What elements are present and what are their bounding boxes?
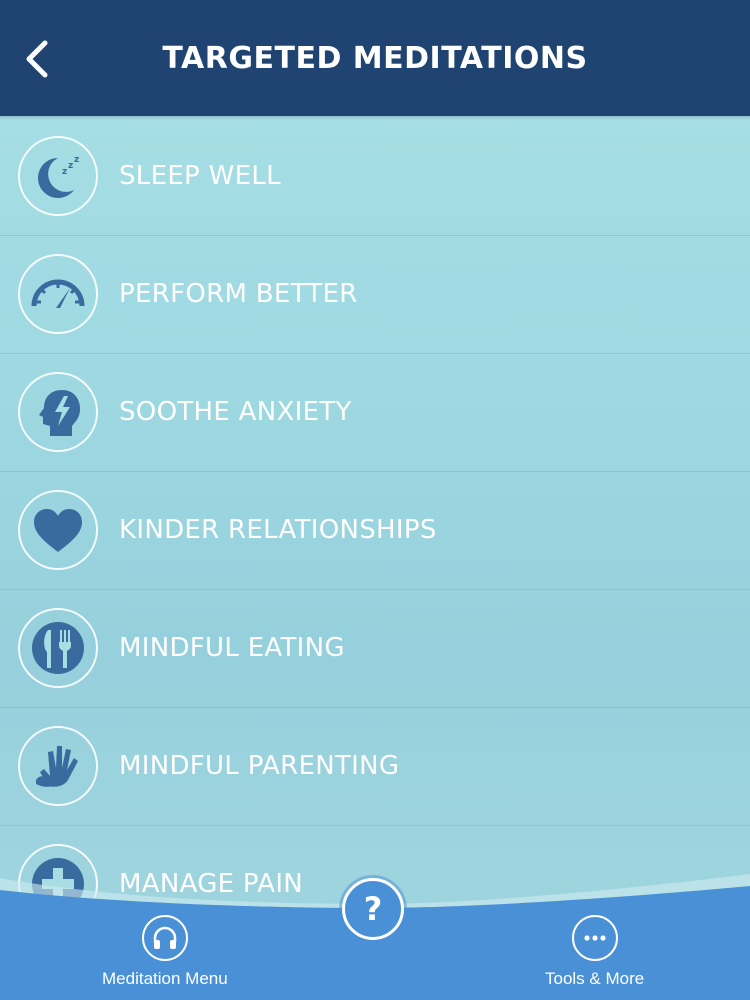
relationships-icon-badge (18, 490, 98, 570)
tab-tools-more[interactable]: Tools & More (545, 915, 644, 989)
help-icon: ? (363, 890, 383, 928)
list-item-mindful-parenting[interactable]: MINDFUL PARENTING (0, 708, 750, 826)
svg-text:z: z (68, 161, 73, 171)
tab-label: Meditation Menu (102, 969, 228, 988)
list-item-label: SOOTHE ANXIETY (119, 397, 352, 427)
meditation-list: z z z SLEEP WELL PERFORM BETTER SOOTHE A… (0, 118, 750, 944)
list-item-soothe-anxiety[interactable]: SOOTHE ANXIETY (0, 354, 750, 472)
list-item-perform-better[interactable]: PERFORM BETTER (0, 236, 750, 354)
page-title: TARGETED MEDITATIONS (162, 40, 588, 76)
eating-icon-badge (18, 608, 98, 688)
list-item-kinder-relationships[interactable]: KINDER RELATIONSHIPS (0, 472, 750, 590)
sleep-icon-badge: z z z (18, 136, 98, 216)
anxiety-icon-badge (18, 372, 98, 452)
header-bar: TARGETED MEDITATIONS (0, 0, 750, 116)
tab-meditation-menu[interactable]: Meditation Menu (102, 915, 228, 989)
moon-sleep-icon: z z z (38, 155, 79, 198)
knife-fork-icon (32, 622, 84, 674)
back-button[interactable] (16, 36, 56, 82)
tab-icon-circle (141, 915, 188, 961)
list-item-mindful-eating[interactable]: MINDFUL EATING (0, 590, 750, 708)
svg-text:z: z (74, 155, 79, 165)
perform-icon-badge (18, 254, 98, 334)
heart-icon (34, 509, 82, 552)
tab-label: Tools & More (545, 969, 645, 988)
list-item-label: KINDER RELATIONSHIPS (119, 515, 437, 545)
head-lightning-icon (39, 390, 80, 436)
speedometer-icon (31, 279, 85, 308)
more-dots-icon (583, 935, 606, 941)
parenting-icon-badge (18, 726, 98, 806)
list-item-sleep-well[interactable]: z z z SLEEP WELL (0, 118, 750, 236)
chevron-left-icon (26, 40, 48, 78)
headphones-icon (153, 926, 177, 949)
svg-text:z: z (62, 167, 67, 177)
list-item-label: PERFORM BETTER (119, 279, 358, 309)
tab-icon-circle (571, 915, 618, 961)
hands-icon (36, 746, 78, 787)
list-item-label: MINDFUL EATING (119, 633, 345, 663)
list-item-label: SLEEP WELL (119, 161, 281, 191)
help-button[interactable]: ? (342, 878, 404, 940)
list-item-label: MINDFUL PARENTING (119, 751, 400, 781)
